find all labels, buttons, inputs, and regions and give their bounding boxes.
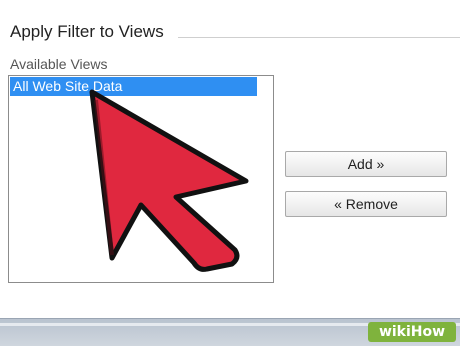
fieldset-divider <box>178 37 460 38</box>
section-title: Apply Filter to Views <box>10 22 164 41</box>
list-item-all-web-site-data[interactable]: All Web Site Data <box>10 77 257 96</box>
watermark-logo: wikiHow <box>368 322 456 342</box>
add-button[interactable]: Add » <box>285 151 447 177</box>
remove-button[interactable]: « Remove <box>285 191 447 217</box>
available-views-listbox[interactable]: All Web Site Data <box>8 75 274 283</box>
available-views-label: Available Views <box>10 56 108 72</box>
